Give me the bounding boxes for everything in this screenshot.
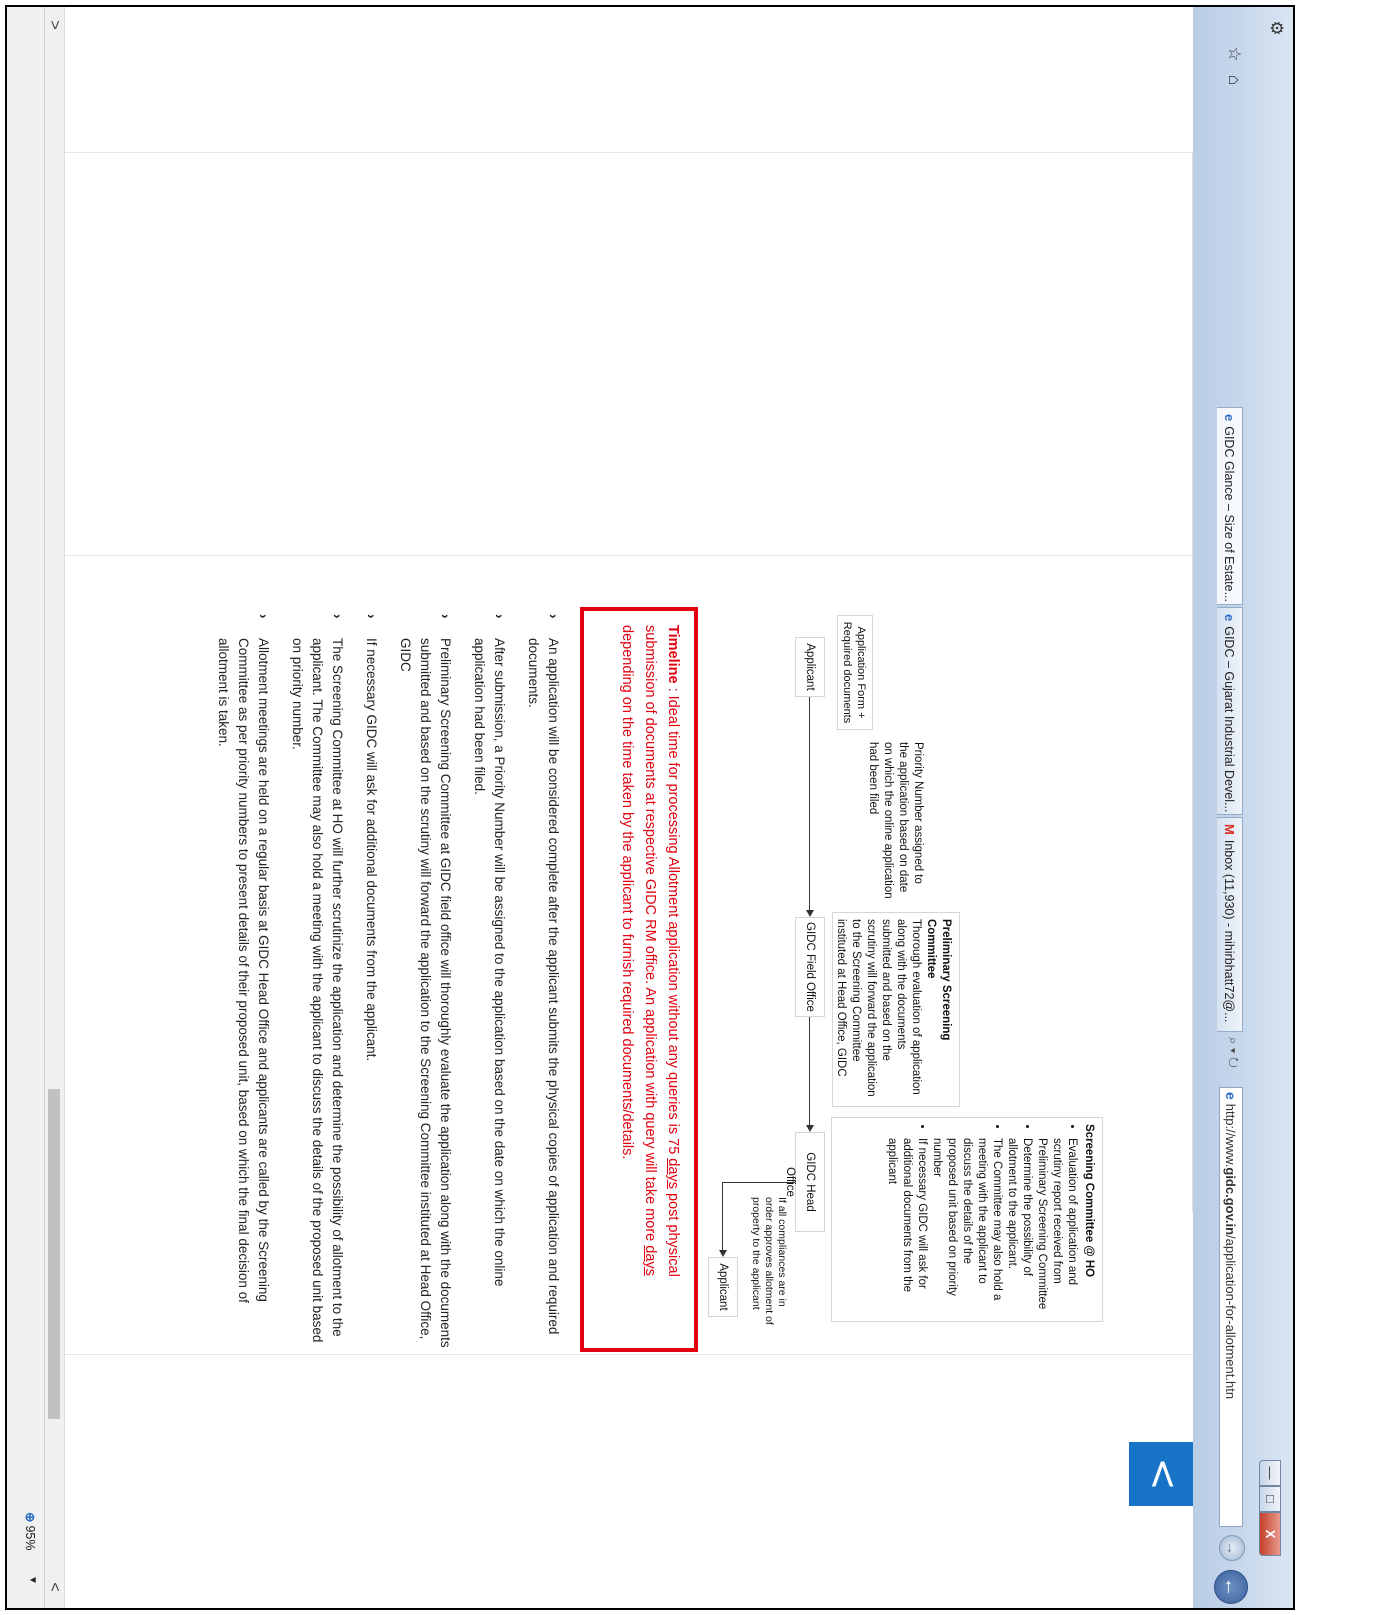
diagram-applicant-end: Applicant (708, 1257, 738, 1317)
list-item: › After submission, a Priority Number wil… (469, 612, 509, 1352)
tab-gidc-home[interactable]: e GIDC – Gujarat Industrial Devel... (1217, 607, 1243, 815)
list-item: › Allotment meetings are held on a regula… (213, 612, 273, 1352)
chevron-right-icon: › (438, 614, 453, 619)
arrow-head-icon (806, 1125, 814, 1132)
screenshot-frame: — □ X ← → e http://www. gidc.gov.in/appli… (5, 5, 1295, 1610)
zoom-icon: ⊕ (23, 1512, 37, 1523)
timeline-box: Timeline : Ideal time for processing All… (580, 607, 698, 1352)
ie-icon: e (1222, 414, 1237, 422)
favorites-star-icon[interactable]: ☆ (1223, 43, 1245, 65)
list-item-text: If necessary GIDC will ask for additiona… (364, 638, 379, 1062)
back-arrow-icon: ← (1220, 1577, 1242, 1597)
scroll-left-icon[interactable]: < (44, 1577, 64, 1597)
list-item-text: Preliminary Screening Committee at GIDC … (398, 638, 453, 1348)
zoom-level: 95% (23, 1525, 37, 1551)
list-item: › The Screening Committee at HO will furt… (287, 612, 347, 1352)
back-button[interactable]: ← (1214, 1570, 1248, 1604)
diagram-field-office: GIDC Field Office (795, 917, 825, 1017)
browser-toolbar: — □ X ← → e http://www. gidc.gov.in/appli… (1193, 7, 1293, 1608)
url-path: /application-for-allotment.htn (1223, 1235, 1239, 1400)
diagram-application-form: Application Form + Required documents (837, 615, 873, 730)
sc-item: The Committee may also hold a meeting wi… (929, 1138, 1004, 1315)
tab-label: Inbox (11,930) - mihirbhatt72@... (1222, 839, 1237, 1023)
maximize-button[interactable]: □ (1259, 1486, 1281, 1512)
timeline-text: Ideal time for processing Allotment appl… (665, 695, 681, 1159)
list-item-text: After submission, a Priority Number will… (472, 638, 507, 1287)
flow-arrow (809, 1017, 810, 1127)
status-bar: ⊕ 95% ▼ (7, 7, 45, 1608)
timeline-days: days (665, 1158, 681, 1189)
psc-body: Thorough evaluation of application along… (835, 919, 922, 1097)
sc-item: If necessary GIDC will ask for additiona… (884, 1138, 929, 1315)
zoom-control[interactable]: ⊕ 95% (23, 1512, 38, 1551)
minimize-button[interactable]: — (1259, 1460, 1281, 1486)
timeline-label: Timeline (665, 625, 681, 684)
timeline-text: depending on the time taken by the appli… (619, 625, 635, 1160)
page-back-button[interactable]: < (1129, 1442, 1193, 1506)
arrow-head-icon (806, 910, 814, 917)
column-divider (65, 152, 1193, 153)
chevron-right-icon: › (256, 614, 271, 619)
process-steps-list: › An application will be considered compl… (199, 612, 563, 1352)
column-divider (65, 1354, 1193, 1355)
gmail-icon: M (1222, 824, 1237, 835)
list-item-text: An application will be considered comple… (526, 638, 561, 1335)
chevron-right-icon: › (492, 614, 507, 619)
psc-title: Preliminary Screening Committee (925, 919, 952, 1041)
diagram-compliance-note: If all compliances are in order approves… (750, 1197, 788, 1325)
ie-icon: e (1223, 1092, 1239, 1100)
page-content: < Applicant Application Form + Required … (7, 7, 1193, 1608)
timeline-sep: : (665, 683, 681, 696)
forward-button[interactable]: → (1219, 1535, 1245, 1561)
scroll-right-icon[interactable]: > (44, 15, 64, 35)
tab-gidc-glance[interactable]: e GIDC Glance – Size of Estate... × (1217, 407, 1243, 605)
address-bar[interactable]: e http://www. gidc.gov.in/application-for… (1219, 1087, 1243, 1527)
diagram-psc-box: Preliminary Screening Committee Thorough… (832, 912, 960, 1107)
sc-title: Screening Committee @ HO (1083, 1124, 1095, 1278)
timeline-days: days (642, 1245, 658, 1276)
list-item-text: The Screening Committee at HO will furth… (290, 638, 345, 1343)
horizontal-scrollbar[interactable]: > < (44, 7, 65, 1608)
diagram-priority-note: Priority Number assigned to the applicat… (867, 742, 924, 899)
divider (1192, 152, 1193, 1212)
chevron-right-icon: › (364, 614, 379, 619)
ie-icon: e (1222, 614, 1237, 622)
close-window-button[interactable]: X (1259, 1512, 1281, 1556)
chevron-right-icon: › (330, 614, 345, 619)
tab-label: GIDC Glance – Size of Estate... (1222, 426, 1237, 603)
list-item: › An application will be considered compl… (523, 612, 563, 1352)
list-item: › If necessary GIDC will ask for addition… (361, 612, 381, 1352)
scrollbar-thumb[interactable] (48, 1089, 60, 1419)
forward-arrow-icon: → (1224, 1541, 1240, 1555)
zoom-dropdown-icon[interactable]: ▼ (27, 1575, 38, 1585)
browser-window: — □ X ← → e http://www. gidc.gov.in/appli… (7, 7, 1293, 1608)
chevron-right-icon: › (546, 614, 561, 619)
list-item: › Preliminary Screening Committee at GIDC… (395, 612, 455, 1352)
flow-arrow (809, 697, 810, 912)
arrow-head-icon (719, 1250, 727, 1257)
diagram-head-office: GIDC Head Office (784, 1132, 825, 1232)
home-icon[interactable]: ⌂ (1223, 69, 1245, 91)
url-prefix: http://www. (1223, 1103, 1239, 1168)
diagram-screening-committee-box: Screening Committee @ HO Evaluation of a… (831, 1117, 1103, 1322)
diagram-applicant-start: Applicant (795, 637, 825, 697)
address-actions[interactable]: ⌕ ▾ ↻ (1221, 1037, 1241, 1085)
tab-inbox[interactable]: M Inbox (11,930) - mihirbhatt72@... (1217, 817, 1243, 1032)
chevron-left-icon: < (1140, 1457, 1186, 1491)
column-divider (65, 555, 1193, 556)
list-item-text: Allotment meetings are held on a regular… (216, 638, 271, 1303)
tab-label: GIDC – Gujarat Industrial Devel... (1222, 626, 1237, 813)
gear-icon[interactable]: ⚙ (1265, 17, 1287, 39)
sc-item: Determine the possibility of allotment t… (1004, 1138, 1034, 1315)
flow-arrow (723, 1182, 795, 1183)
url-domain: gidc.gov.in (1223, 1167, 1239, 1236)
sc-list: Evaluation of application and scrutiny r… (884, 1124, 1079, 1315)
flow-arrow (722, 1182, 723, 1252)
sc-item: Evaluation of application and scrutiny r… (1034, 1138, 1079, 1315)
